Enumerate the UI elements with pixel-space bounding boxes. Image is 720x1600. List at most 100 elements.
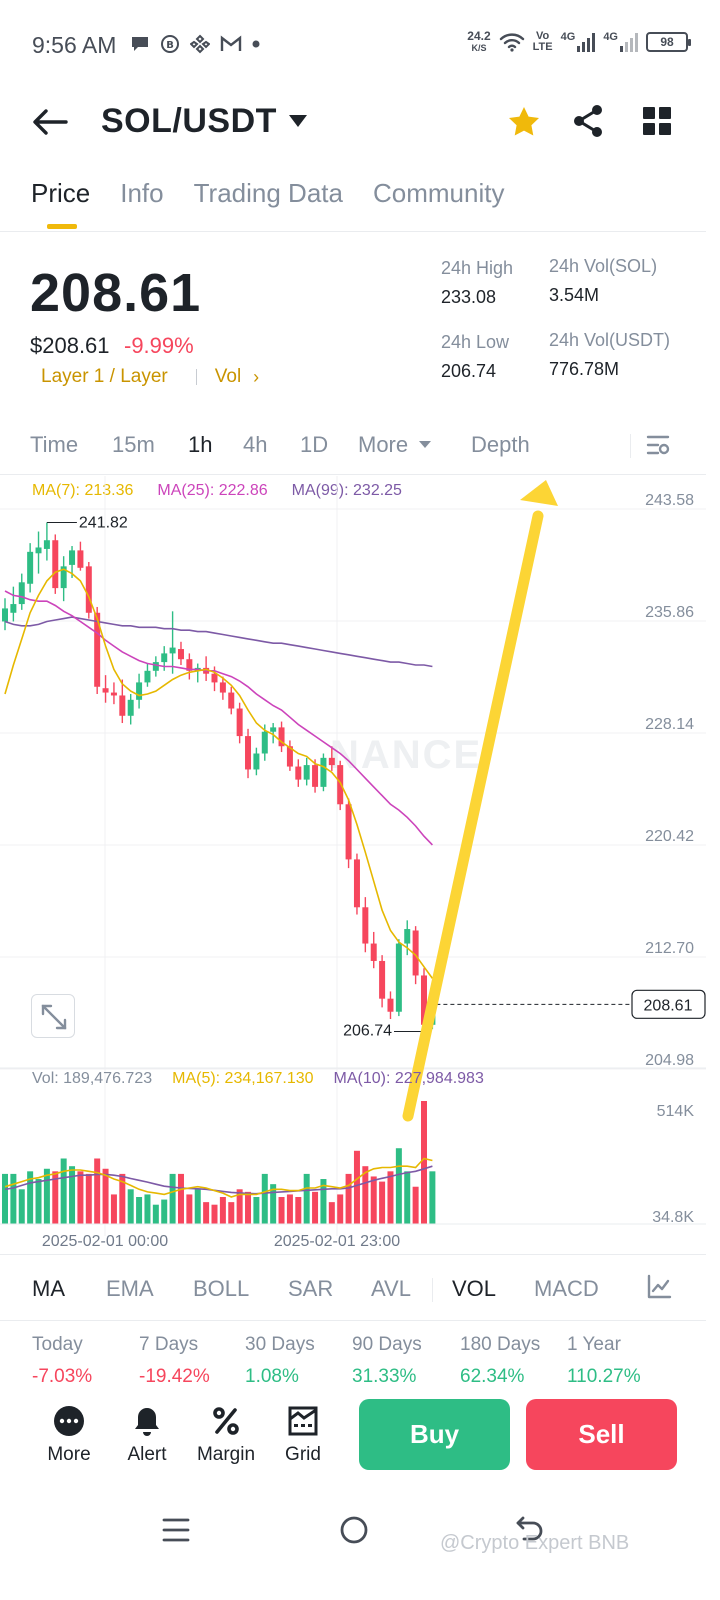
chart-settings-icon[interactable] (645, 433, 671, 459)
volume-bar (169, 1173, 176, 1224)
b-circle-notification-icon: B (161, 35, 179, 53)
perf-value: 62.34% (460, 1366, 525, 1384)
chart-type-icon[interactable] (646, 1274, 672, 1300)
signal-bars-2-icon (620, 32, 638, 52)
more-action[interactable]: More (29, 1404, 109, 1466)
indicator-macd[interactable]: MACD (534, 1276, 599, 1302)
y-axis-tick-label: 204.98 (645, 1052, 694, 1069)
indicator-vol[interactable]: VOL (452, 1276, 496, 1302)
asset-tags: Layer 1 / Layer Vol › (41, 366, 259, 388)
volume-bar (295, 1196, 302, 1224)
candle-body (77, 550, 84, 568)
signal-bars-1-icon (577, 32, 596, 52)
indicator-ma[interactable]: MA (32, 1276, 65, 1302)
volume-bar (228, 1202, 235, 1224)
candlestick-chart[interactable]: 243.58 235.86 228.14 220.42 212.70 204.98 NANC… (0, 476, 706, 1256)
tab-community[interactable]: Community (373, 178, 504, 227)
x-axis-tick-label: 2025-02-01 00:00 (42, 1233, 168, 1250)
candle-body (379, 960, 386, 999)
x-axis-tick-label: 2025-02-01 23:00 (274, 1233, 400, 1250)
interval-4h[interactable]: 4h (243, 432, 267, 458)
tab-price[interactable]: Price (31, 178, 90, 229)
indicator-ema[interactable]: EMA (106, 1276, 154, 1302)
volume-bar (77, 1171, 84, 1224)
more-caret-icon[interactable] (418, 440, 432, 449)
interval-depth[interactable]: Depth (471, 432, 530, 458)
candle-body (261, 731, 268, 754)
interval-1d[interactable]: 1D (300, 432, 328, 458)
y-axis-tick-label: 235.86 (645, 604, 694, 621)
volume-bar (387, 1171, 394, 1224)
buy-button[interactable]: Buy (359, 1399, 510, 1470)
candle-body (2, 608, 8, 622)
perf-180d: 180 Days 62.34% (460, 1334, 540, 1384)
back-arrow-icon[interactable] (30, 102, 70, 142)
volume-bar (69, 1166, 76, 1224)
expand-icon (41, 1004, 67, 1030)
tab-info[interactable]: Info (120, 178, 163, 227)
y-axis-tick-label: 228.14 (645, 716, 694, 733)
y-axis-tick-label: 243.58 (645, 492, 694, 509)
chevron-right-icon[interactable]: › (253, 367, 259, 388)
chart-top-divider (0, 474, 706, 475)
interval-time[interactable]: Time (30, 432, 78, 458)
volume-bar (353, 1150, 360, 1224)
candle-body (85, 566, 92, 613)
svg-text:B: B (166, 40, 174, 51)
favorite-star-icon[interactable] (506, 104, 542, 140)
candle-body (161, 653, 168, 663)
interval-15m[interactable]: 15m (112, 432, 155, 458)
share-icon[interactable] (572, 104, 604, 138)
alert-action[interactable]: Alert (107, 1404, 187, 1466)
vol-tag-link[interactable]: Vol (215, 366, 241, 388)
trading-pair-title[interactable]: SOL/USDT (101, 102, 277, 141)
interval-divider (630, 434, 631, 458)
perf-value: -19.42% (139, 1366, 210, 1384)
interval-more[interactable]: More (358, 432, 408, 458)
grid-action[interactable]: Grid (263, 1404, 343, 1466)
expand-chart-button[interactable] (31, 994, 75, 1038)
volume-bar (278, 1196, 285, 1224)
indicator-boll[interactable]: BOLL (193, 1276, 249, 1302)
volume-bar (211, 1204, 218, 1224)
recent-apps-icon[interactable] (162, 1516, 190, 1544)
volume-bar (286, 1194, 293, 1224)
candle-body (18, 582, 25, 605)
perf-label: 30 Days (245, 1334, 315, 1355)
margin-action[interactable]: Margin (186, 1404, 266, 1466)
candle-body (219, 682, 226, 693)
candle-body (337, 765, 344, 805)
volume-bar (303, 1173, 310, 1224)
indicator-avl[interactable]: AVL (371, 1276, 411, 1302)
vol-tick-label: 34.8K (652, 1209, 694, 1226)
volume-bar (110, 1194, 117, 1224)
candle-body (303, 765, 310, 780)
main-tabs: Price Info Trading Data Community (31, 178, 504, 229)
category-tag-link[interactable]: Layer 1 / Layer (41, 366, 168, 388)
vol-ma5-legend: MA(5): 234,167.130 (172, 1070, 314, 1087)
indicator-sar[interactable]: SAR (288, 1276, 333, 1302)
gmail-notification-icon (220, 35, 242, 51)
network-speed-unit: K/S (471, 43, 487, 53)
tab-trading-data[interactable]: Trading Data (194, 178, 343, 227)
perf-value: 31.33% (352, 1366, 417, 1384)
vol-legend: Vol: 189,476.723 (32, 1070, 153, 1087)
bottom-action-bar: More Alert Margin Grid Buy Sell (0, 1384, 720, 1494)
candle-body (320, 757, 327, 787)
stat-label: 24h Vol(SOL) (549, 256, 658, 276)
perf-label: Today (32, 1334, 83, 1355)
interval-1h[interactable]: 1h (188, 432, 212, 458)
indicator-tabs: MA EMA BOLL SAR AVL VOL MACD (32, 1276, 652, 1306)
volume-bar (94, 1158, 101, 1224)
grid-menu-icon[interactable] (642, 106, 672, 136)
pair-dropdown-caret-icon[interactable] (288, 114, 308, 128)
chat-notification-icon (132, 37, 148, 51)
tabs-divider (0, 231, 706, 232)
percent-icon (213, 1407, 239, 1435)
grid-trading-icon (288, 1406, 318, 1436)
home-icon[interactable] (339, 1515, 369, 1545)
candle-body (270, 727, 277, 732)
interval-bar: Time 15m 1h 4h 1D More Depth (30, 432, 680, 462)
candle-body (236, 708, 243, 737)
sell-button[interactable]: Sell (526, 1399, 677, 1470)
